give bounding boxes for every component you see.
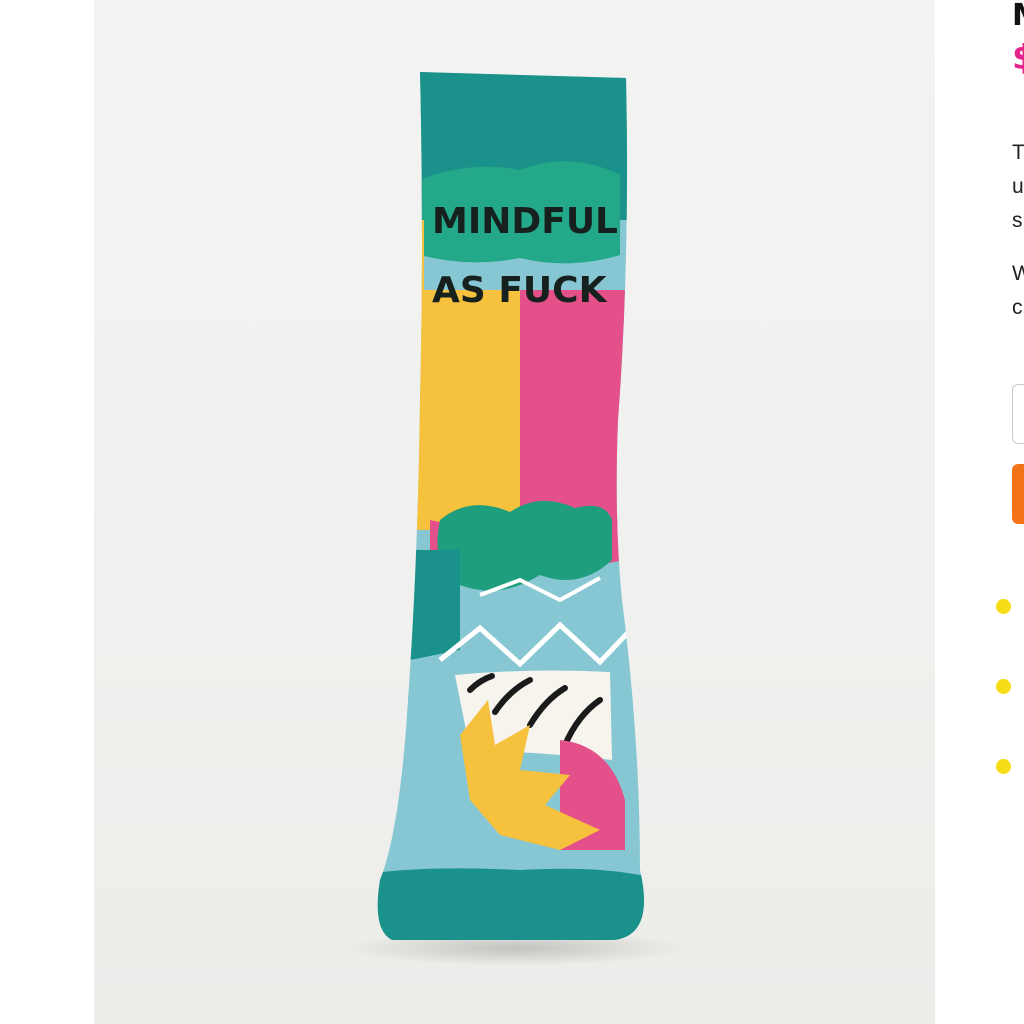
feature-item xyxy=(995,670,1023,750)
feature-item xyxy=(995,590,1023,670)
product-image-gallery[interactable]: MINDFUL AS FUCK xyxy=(94,0,935,1024)
bullet-dot-icon xyxy=(996,759,1011,774)
quantity-input[interactable] xyxy=(1012,384,1024,444)
description-line: s xyxy=(1012,209,1023,232)
sock-image: MINDFUL AS FUCK xyxy=(345,72,685,966)
bullet-dot-icon xyxy=(996,679,1011,694)
note-line: c xyxy=(1012,296,1023,319)
add-to-cart-button[interactable] xyxy=(1012,464,1024,524)
description-line: u xyxy=(1012,175,1024,198)
sock-print-line1: MINDFUL xyxy=(432,201,618,242)
product-price: $ xyxy=(1012,38,1024,78)
feature-item xyxy=(995,750,1023,830)
product-note: W c xyxy=(1012,257,1024,325)
product-info-panel: M $ T u s W c xyxy=(935,0,1024,1024)
description-line: T xyxy=(1012,141,1024,164)
note-line: W xyxy=(1012,262,1024,285)
feature-list xyxy=(995,590,1023,830)
bullet-dot-icon xyxy=(996,599,1011,614)
sock-print-line2: AS FUCK xyxy=(432,270,608,311)
product-description: T u s xyxy=(1012,136,1024,238)
product-title: M xyxy=(1012,0,1024,33)
